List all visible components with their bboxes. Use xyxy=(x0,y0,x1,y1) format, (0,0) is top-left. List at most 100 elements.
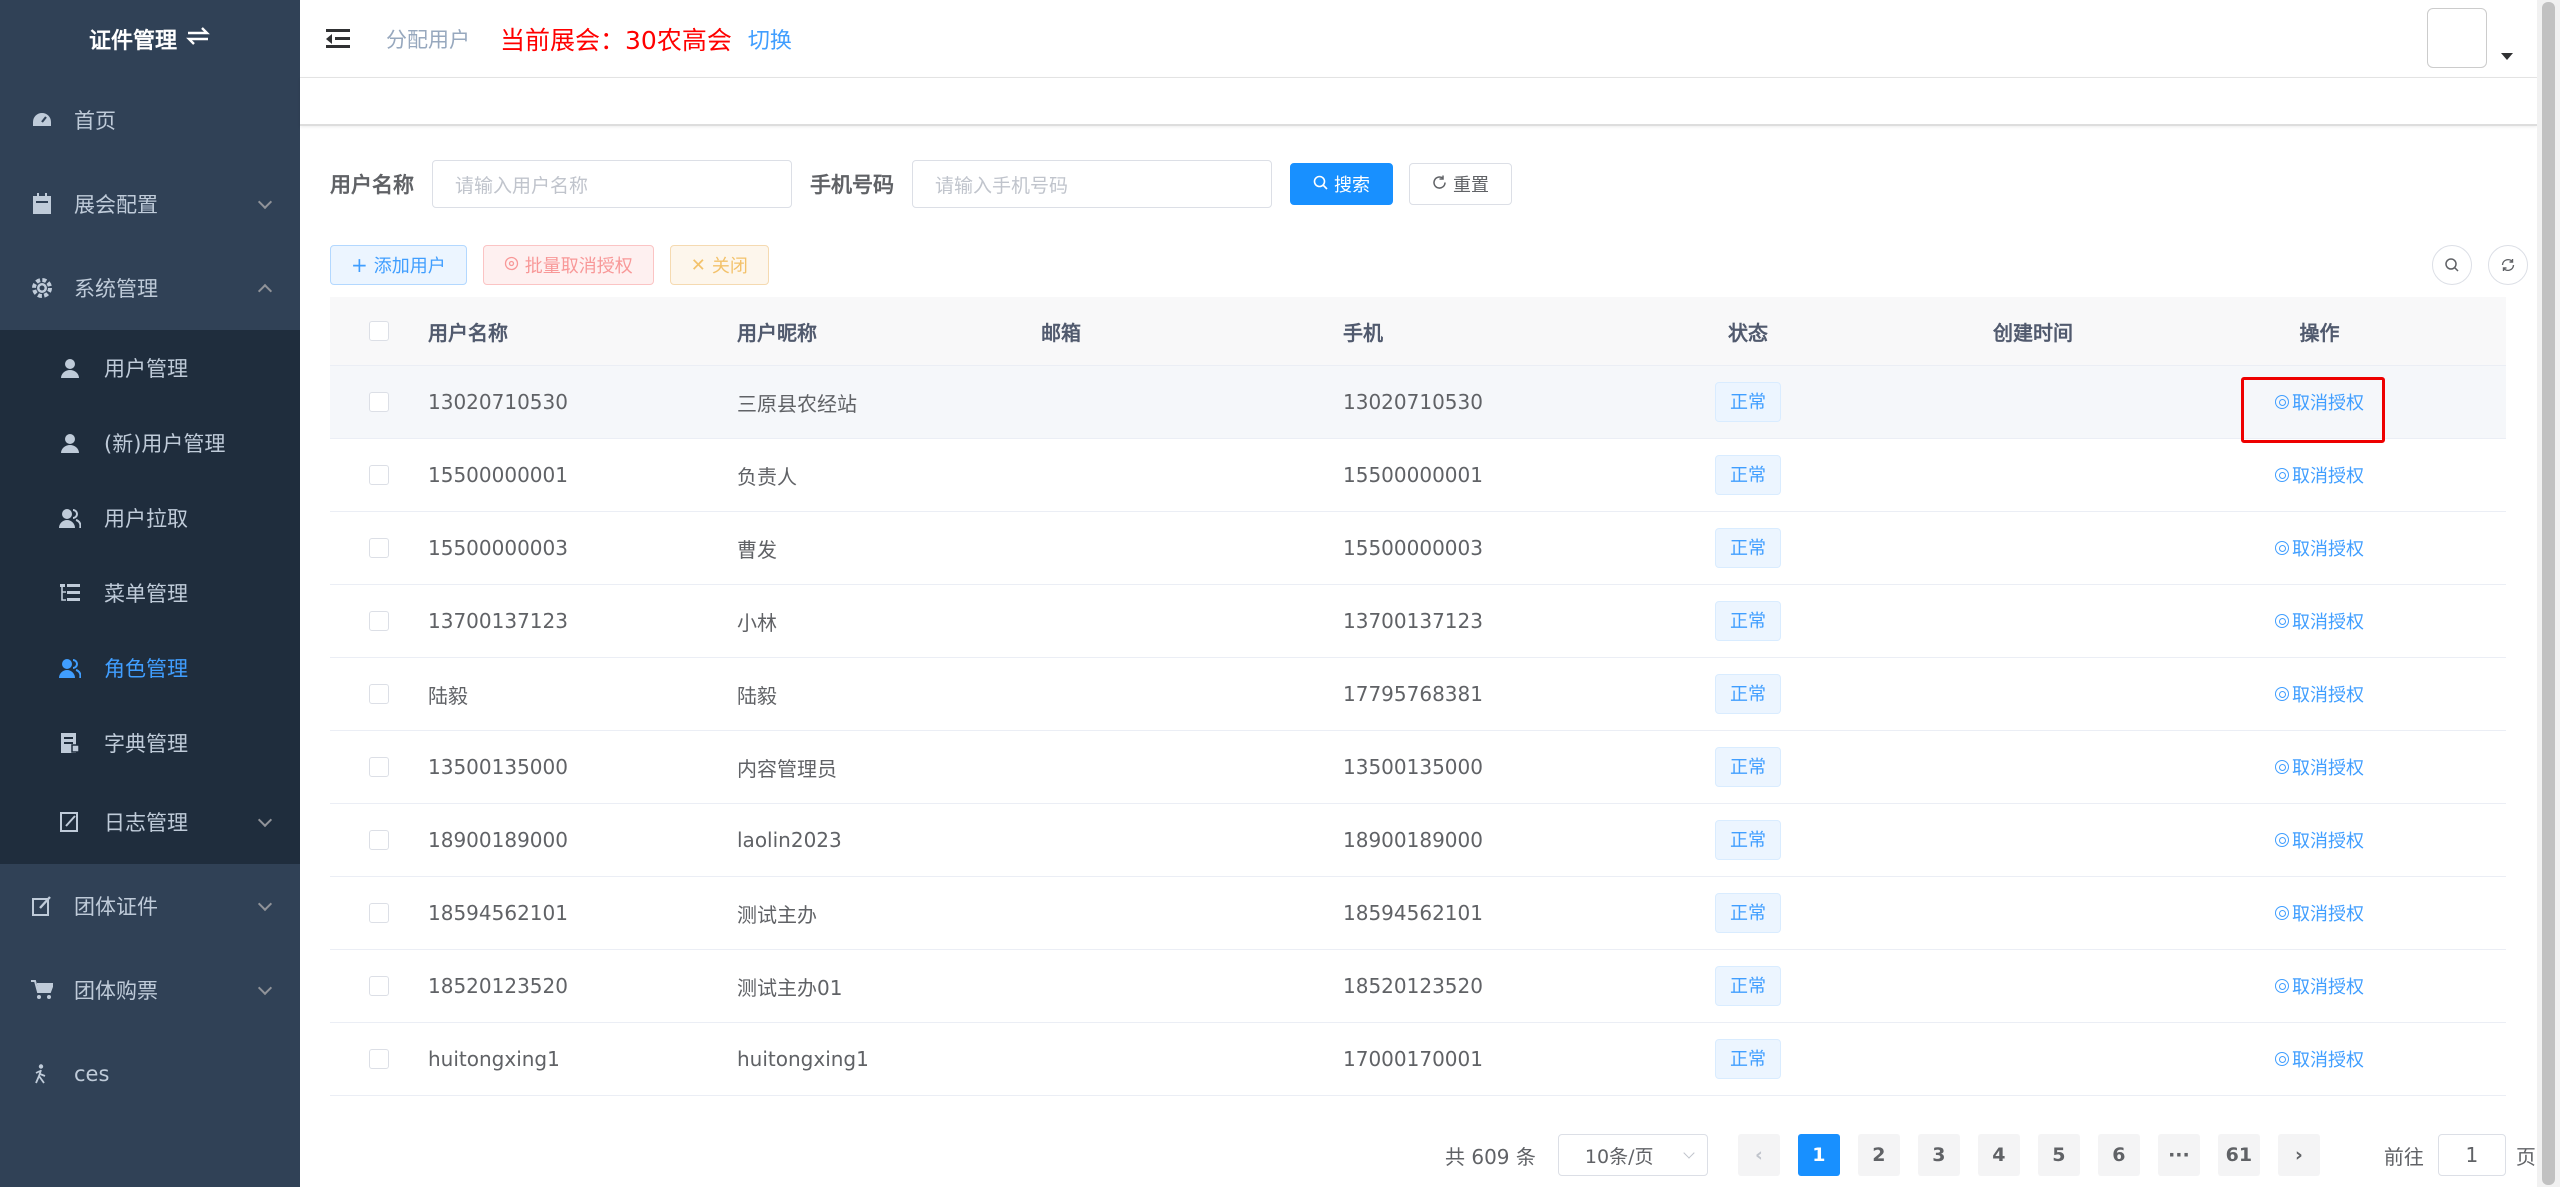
page-size-select[interactable]: 10条/页 xyxy=(1557,1134,1708,1176)
row-checkbox[interactable] xyxy=(369,976,389,996)
close-button[interactable]: ✕ 关闭 xyxy=(669,245,769,285)
menu-item-home[interactable]: 首页 xyxy=(0,78,300,162)
cell-status: 正常 xyxy=(1653,966,1843,1006)
chevron-down-icon xyxy=(257,812,273,828)
breadcrumb: 分配用户 xyxy=(386,27,470,52)
row-checkbox[interactable] xyxy=(369,538,389,558)
refresh-button[interactable] xyxy=(2488,245,2528,285)
menu-item-group-ticket[interactable]: 团体购票 xyxy=(0,948,300,1032)
row-checkbox[interactable] xyxy=(369,830,389,850)
menu-label: 团体购票 xyxy=(74,979,158,1003)
search-button-label: 搜索 xyxy=(1334,175,1370,196)
cell-operations: 取消授权 xyxy=(2223,681,2416,707)
search-form: 用户名称 请输入用户名称 手机号码 请输入手机号码 搜索 重置 xyxy=(330,160,1512,208)
revoke-auth-link[interactable]: 取消授权 xyxy=(2275,535,2364,561)
sub-item-label: (新)用户管理 xyxy=(104,431,226,456)
revoke-auth-link[interactable]: 取消授权 xyxy=(2275,608,2364,634)
user-icon xyxy=(58,356,82,380)
row-checkbox[interactable] xyxy=(369,903,389,923)
circle-close-icon xyxy=(2275,687,2289,701)
row-checkbox[interactable] xyxy=(369,1049,389,1069)
row-checkbox[interactable] xyxy=(369,611,389,631)
search-toggle-button[interactable] xyxy=(2432,245,2472,285)
vertical-scrollbar[interactable] xyxy=(2537,0,2560,1187)
cell-nickname: 负责人 xyxy=(737,464,797,489)
search-icon xyxy=(1313,174,1328,195)
page-ellipsis[interactable]: ··· xyxy=(2157,1134,2200,1176)
pagination: 共 609 条 10条/页 ‹ 1 2 3 4 5 6 ··· 61 › 前往 1 页 xyxy=(1445,1134,2536,1176)
revoke-auth-label: 取消授权 xyxy=(2292,758,2364,779)
revoke-auth-link[interactable]: 取消授权 xyxy=(2275,1046,2364,1072)
sub-item-label: 字典管理 xyxy=(104,731,188,756)
cell-operations: 取消授权 xyxy=(2223,754,2416,780)
dashboard-icon xyxy=(30,108,54,132)
search-button[interactable]: 搜索 xyxy=(1290,163,1393,205)
menu-item-ces[interactable]: ces xyxy=(0,1032,300,1116)
username-input[interactable]: 请输入用户名称 xyxy=(432,160,792,208)
table-row: 13500135000 内容管理员 13500135000 正常 取消授权 xyxy=(330,731,2506,804)
avatar[interactable] xyxy=(2427,8,2487,68)
goto-page-input[interactable]: 1 xyxy=(2437,1134,2506,1176)
page-number[interactable]: 5 xyxy=(2037,1134,2080,1176)
revoke-auth-link[interactable]: 取消授权 xyxy=(2275,973,2364,999)
navbar: 分配用户 当前展会： 30农高会 切换 xyxy=(300,0,2537,78)
page-number[interactable]: 4 xyxy=(1977,1134,2020,1176)
sidebar-item-log-mgmt[interactable]: 日志管理 xyxy=(0,780,300,864)
cell-username: huitongxing1 xyxy=(428,1047,560,1071)
chevron-down-icon xyxy=(257,194,273,210)
user-dropdown[interactable] xyxy=(2427,8,2513,68)
select-all-cell xyxy=(330,321,428,341)
phone-input[interactable]: 请输入手机号码 xyxy=(912,160,1272,208)
menu-item-group-cert[interactable]: 团体证件 xyxy=(0,864,300,948)
page-number[interactable]: 3 xyxy=(1917,1134,1960,1176)
chevron-up-icon xyxy=(257,283,273,299)
cell-username: 13700137123 xyxy=(428,609,568,633)
total-count: 共 609 条 xyxy=(1445,1144,1536,1169)
revoke-auth-link[interactable]: 取消授权 xyxy=(2275,754,2364,780)
row-checkbox[interactable] xyxy=(369,684,389,704)
goto-suffix: 页 xyxy=(2515,1144,2536,1169)
revoke-auth-link[interactable]: 取消授权 xyxy=(2275,681,2364,707)
menu-item-system[interactable]: 系统管理 xyxy=(0,246,300,330)
row-checkbox[interactable] xyxy=(369,757,389,777)
page-number[interactable]: 6 xyxy=(2097,1134,2140,1176)
close-label: 关闭 xyxy=(711,256,748,277)
calendar-icon xyxy=(30,192,54,216)
next-page-button[interactable]: › xyxy=(2277,1134,2320,1176)
cell-phone: 13500135000 xyxy=(1343,755,1483,779)
person-walk-icon xyxy=(30,1062,54,1086)
sidebar-item-menu-mgmt[interactable]: 菜单管理 xyxy=(0,555,300,630)
hamburger-icon[interactable] xyxy=(326,28,350,50)
circle-close-icon xyxy=(2275,906,2289,920)
switch-expo-link[interactable]: 切换 xyxy=(748,23,792,55)
page-number[interactable]: 2 xyxy=(1857,1134,1900,1176)
row-select-cell xyxy=(330,903,428,923)
add-user-button[interactable]: + 添加用户 xyxy=(330,245,467,285)
row-checkbox[interactable] xyxy=(369,392,389,412)
batch-revoke-button[interactable]: 批量取消授权 xyxy=(482,245,654,285)
page-number[interactable]: 1 xyxy=(1797,1134,1840,1176)
caret-down-icon xyxy=(2501,53,2513,60)
reset-button[interactable]: 重置 xyxy=(1409,163,1512,205)
select-all-checkbox[interactable] xyxy=(369,321,389,341)
table-row: 18900189000 laolin2023 18900189000 正常 取消… xyxy=(330,804,2506,877)
row-checkbox[interactable] xyxy=(369,465,389,485)
sub-item-label: 用户拉取 xyxy=(104,506,188,531)
prev-page-button[interactable]: ‹ xyxy=(1737,1134,1780,1176)
menu-item-expo-config[interactable]: 展会配置 xyxy=(0,162,300,246)
sidebar-item-new-user-mgmt[interactable]: (新)用户管理 xyxy=(0,405,300,480)
page-number[interactable]: 61 xyxy=(2217,1134,2260,1176)
sidebar-item-role-mgmt[interactable]: 角色管理 xyxy=(0,630,300,705)
sidebar-item-dict-mgmt[interactable]: 字典管理 xyxy=(0,705,300,780)
app-logo[interactable]: 证件管理 xyxy=(0,0,300,78)
scrollbar-thumb[interactable] xyxy=(2542,2,2555,1185)
revoke-auth-link[interactable]: 取消授权 xyxy=(2275,462,2364,488)
revoke-auth-link[interactable]: 取消授权 xyxy=(2275,900,2364,926)
cell-status: 正常 xyxy=(1653,674,1843,714)
sidebar-item-user-mgmt[interactable]: 用户管理 xyxy=(0,330,300,405)
current-expo-name: 30农高会 xyxy=(625,25,732,55)
cell-phone: 15500000003 xyxy=(1343,536,1483,560)
revoke-auth-link[interactable]: 取消授权 xyxy=(2275,827,2364,853)
sidebar-item-user-pull[interactable]: 用户拉取 xyxy=(0,480,300,555)
row-select-cell xyxy=(330,392,428,412)
